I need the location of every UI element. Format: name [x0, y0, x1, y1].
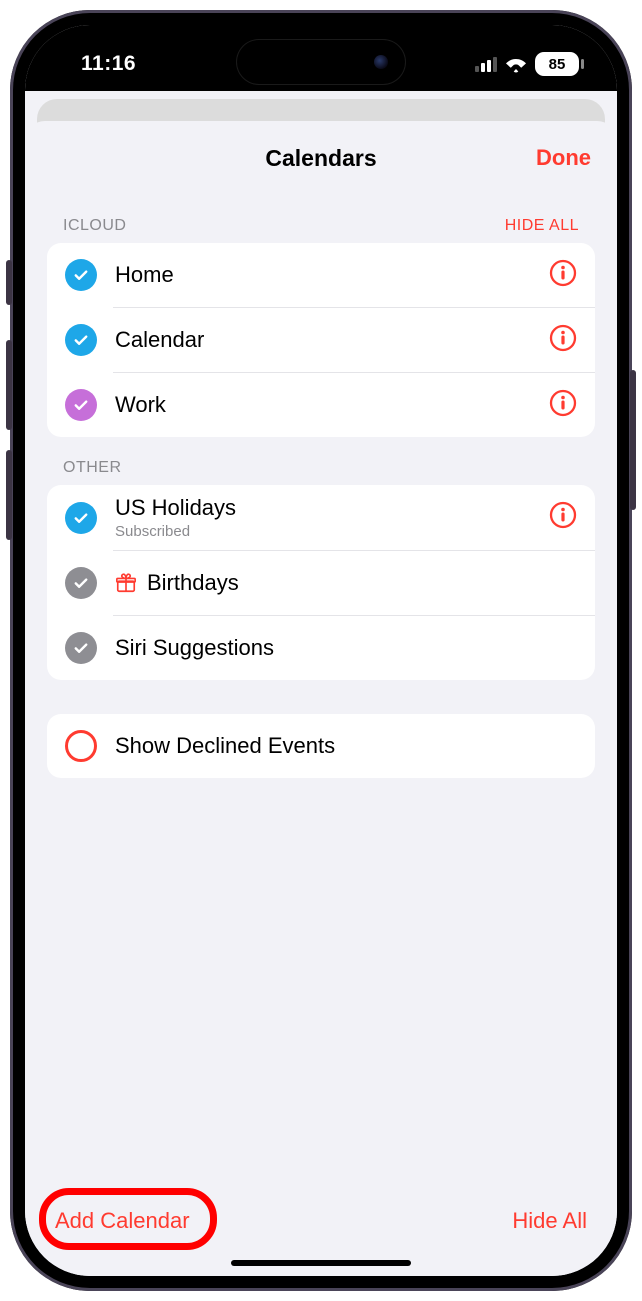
content-scroll[interactable]: ICLOUD HIDE ALL Home [25, 195, 617, 1186]
show-declined-label: Show Declined Events [115, 733, 577, 759]
calendar-name: Work [115, 392, 531, 418]
checkmark-icon[interactable] [65, 567, 97, 599]
phone-side-button [6, 260, 12, 305]
phone-side-button [6, 340, 12, 430]
add-calendar-button[interactable]: Add Calendar [55, 1208, 190, 1234]
battery-percentage: 85 [549, 56, 566, 73]
calendar-name: Siri Suggestions [115, 635, 577, 661]
show-declined-group: Show Declined Events [47, 714, 595, 778]
calendar-row-siri-suggestions[interactable]: Siri Suggestions [47, 616, 595, 680]
cellular-signal-icon [475, 56, 497, 72]
other-calendars-list: US Holidays Subscribed [47, 485, 595, 680]
gift-icon [115, 572, 137, 594]
calendar-name: Birthdays [147, 570, 239, 596]
calendar-row-calendar[interactable]: Calendar [47, 308, 595, 372]
wifi-icon [505, 55, 527, 73]
nav-header: Calendars Done [25, 121, 617, 195]
show-declined-row[interactable]: Show Declined Events [47, 714, 595, 778]
phone-frame: 11:16 85 Calendars Done [10, 10, 632, 1291]
info-icon[interactable] [549, 501, 577, 534]
info-icon[interactable] [549, 389, 577, 422]
phone-side-button [6, 450, 12, 540]
calendar-row-birthdays[interactable]: Birthdays [47, 551, 595, 615]
home-indicator[interactable] [231, 1260, 411, 1266]
hide-all-button[interactable]: Hide All [512, 1208, 587, 1234]
calendar-row-work[interactable]: Work [47, 373, 595, 437]
icloud-calendars-list: Home Calendar [47, 243, 595, 437]
screen: 11:16 85 Calendars Done [25, 25, 617, 1276]
hide-all-icloud-button[interactable]: HIDE ALL [505, 217, 579, 235]
checkmark-icon[interactable] [65, 502, 97, 534]
section-header-other: OTHER [47, 437, 595, 485]
section-label: OTHER [63, 459, 122, 477]
calendar-row-home[interactable]: Home [47, 243, 595, 307]
done-button[interactable]: Done [536, 145, 591, 171]
status-time: 11:16 [81, 52, 136, 76]
page-title: Calendars [265, 145, 376, 172]
calendar-subtitle: Subscribed [115, 523, 531, 540]
dynamic-island [236, 39, 406, 85]
calendars-sheet: Calendars Done ICLOUD HIDE ALL Home [25, 121, 617, 1276]
unchecked-circle-icon[interactable] [65, 730, 97, 762]
calendar-name: Home [115, 262, 531, 288]
calendar-name: US Holidays [115, 495, 531, 521]
checkmark-icon[interactable] [65, 324, 97, 356]
info-icon[interactable] [549, 259, 577, 292]
info-icon[interactable] [549, 324, 577, 357]
phone-side-button [630, 370, 636, 510]
battery-indicator: 85 [535, 52, 579, 76]
section-header-icloud: ICLOUD HIDE ALL [47, 195, 595, 243]
calendar-row-us-holidays[interactable]: US Holidays Subscribed [47, 485, 595, 550]
calendar-name: Calendar [115, 327, 531, 353]
section-label: ICLOUD [63, 217, 126, 235]
status-bar: 11:16 85 [25, 25, 617, 91]
checkmark-icon[interactable] [65, 259, 97, 291]
checkmark-icon[interactable] [65, 389, 97, 421]
checkmark-icon[interactable] [65, 632, 97, 664]
